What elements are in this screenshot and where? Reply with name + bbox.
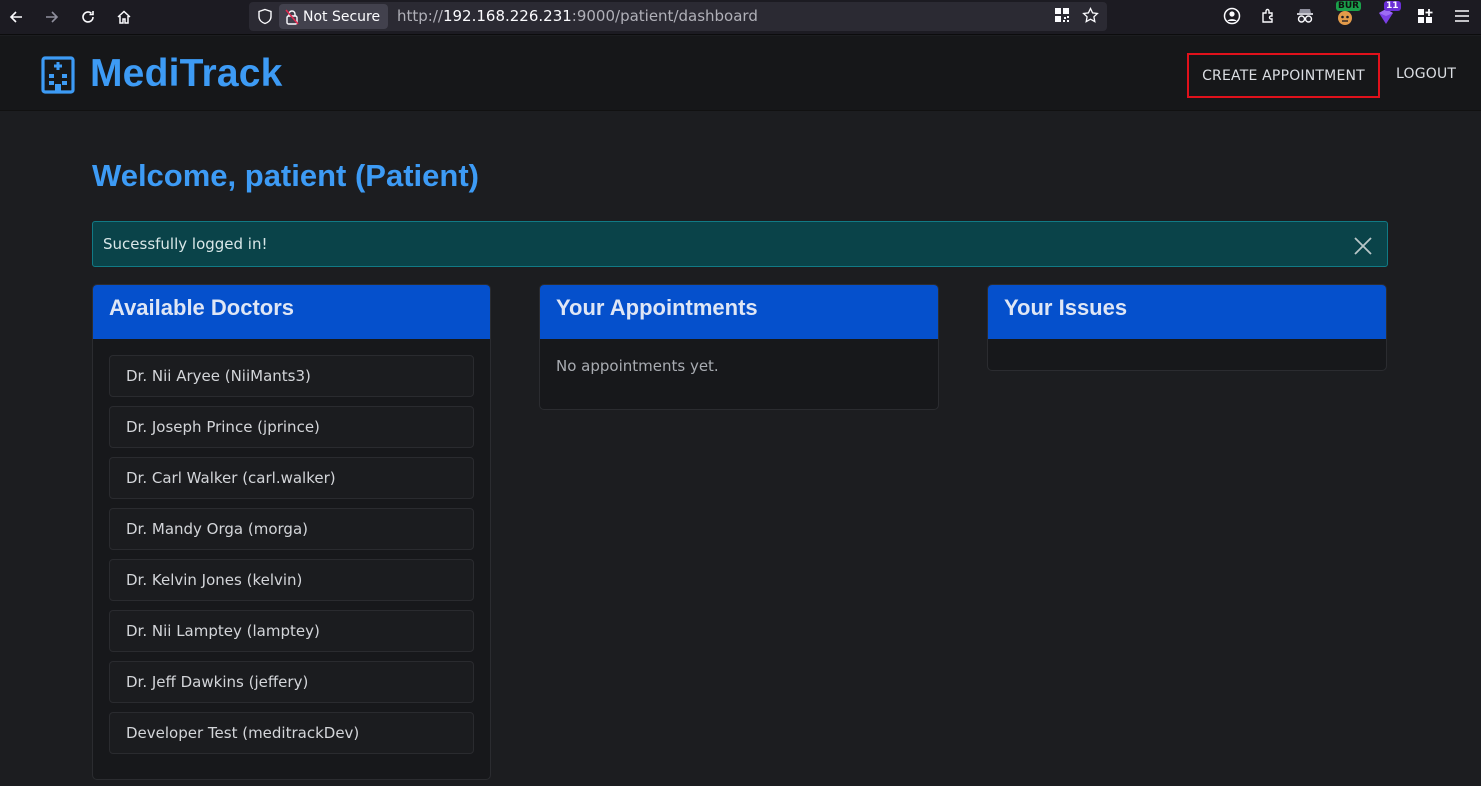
doctor-list-item[interactable]: Dr. Mandy Orga (morga) — [109, 508, 474, 550]
back-icon[interactable] — [5, 6, 27, 28]
not-secure-indicator[interactable]: Not Secure — [279, 4, 389, 29]
url-bar[interactable]: Not Secure http://192.168.226.231:9000/p… — [249, 2, 1107, 31]
alert-message: Sucessfully logged in! — [103, 235, 268, 253]
home-icon[interactable] — [113, 6, 135, 28]
doctor-list-item[interactable]: Dr. Joseph Prince (jprince) — [109, 406, 474, 448]
hospital-icon — [41, 56, 75, 94]
page-title: Welcome, patient (Patient) — [92, 158, 479, 193]
brand-name: MediTrack — [90, 52, 283, 95]
forward-icon[interactable] — [41, 6, 63, 28]
insecure-lock-icon — [285, 8, 299, 25]
hamburger-menu-icon[interactable] — [1451, 5, 1473, 27]
spy-extension-icon[interactable] — [1294, 5, 1316, 27]
your-appointments-card: Your Appointments No appointments yet. — [539, 284, 939, 410]
reload-icon[interactable] — [77, 6, 99, 28]
close-icon[interactable] — [1353, 236, 1373, 256]
success-alert: Sucessfully logged in! — [92, 221, 1388, 267]
shield-icon[interactable] — [257, 8, 273, 25]
qr-code-icon[interactable] — [1054, 7, 1070, 23]
available-doctors-title: Available Doctors — [93, 285, 490, 339]
extensions-icon[interactable] — [1257, 5, 1279, 27]
your-issues-card: Your Issues — [987, 284, 1387, 371]
site-header: MediTrack CREATE APPOINTMENT LOGOUT — [0, 36, 1481, 111]
doctor-list-item[interactable]: Dr. Nii Lamptey (lamptey) — [109, 610, 474, 652]
burp-extension-icon[interactable]: BUR — [1334, 1, 1362, 27]
doctor-list-item[interactable]: Developer Test (meditrackDev) — [109, 712, 474, 754]
url-host: 192.168.226.231 — [442, 7, 572, 25]
your-appointments-title: Your Appointments — [540, 285, 938, 339]
shield-extension-icon[interactable]: 11 — [1375, 1, 1401, 27]
browser-toolbar: Not Secure http://192.168.226.231:9000/p… — [0, 0, 1481, 35]
url-scheme: http:// — [397, 7, 443, 25]
appointments-empty-message: No appointments yet. — [556, 357, 719, 375]
create-appointment-link[interactable]: CREATE APPOINTMENT — [1187, 53, 1380, 98]
not-secure-label: Not Secure — [303, 8, 381, 25]
apps-grid-icon[interactable] — [1414, 5, 1436, 27]
doctor-list-item[interactable]: Dr. Carl Walker (carl.walker) — [109, 457, 474, 499]
url-path: :9000/patient/dashboard — [571, 7, 758, 25]
account-icon[interactable] — [1221, 5, 1243, 27]
bookmark-star-icon[interactable] — [1082, 7, 1099, 24]
extension-badge-count: 11 — [1384, 1, 1401, 11]
logout-link[interactable]: LOGOUT — [1396, 66, 1456, 82]
available-doctors-card: Available Doctors Dr. Nii Aryee (NiiMant… — [92, 284, 491, 780]
url-text[interactable]: http://192.168.226.231:9000/patient/dash… — [397, 7, 758, 25]
doctor-list-item[interactable]: Dr. Nii Aryee (NiiMants3) — [109, 355, 474, 397]
doctor-list: Dr. Nii Aryee (NiiMants3) Dr. Joseph Pri… — [93, 339, 490, 754]
doctor-list-item[interactable]: Dr. Kelvin Jones (kelvin) — [109, 559, 474, 601]
brand-link[interactable]: MediTrack — [40, 52, 283, 96]
doctor-list-item[interactable]: Dr. Jeff Dawkins (jeffery) — [109, 661, 474, 703]
your-issues-title: Your Issues — [988, 285, 1386, 339]
extension-badge-bur: BUR — [1336, 1, 1362, 11]
